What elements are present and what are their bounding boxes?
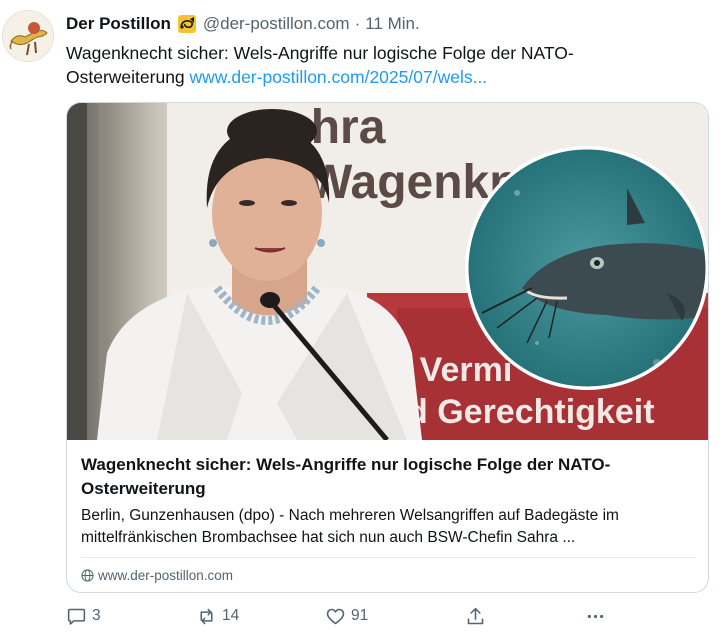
postillon-avatar-icon — [3, 11, 53, 61]
reply-button[interactable]: 3 — [66, 604, 101, 628]
author-handle[interactable]: @der-postillon.com — [203, 14, 350, 34]
card-title[interactable]: Wagenknecht sicher: Wels-Angriffe nur lo… — [81, 453, 691, 501]
more-button[interactable] — [585, 604, 611, 628]
card-description: Berlin, Gunzenhausen (dpo) - Nach mehrer… — [81, 507, 619, 546]
share-button[interactable] — [465, 604, 491, 628]
separator-dot: · — [354, 14, 361, 33]
share-icon — [467, 607, 484, 624]
globe-icon — [81, 568, 94, 582]
reply-icon — [67, 608, 86, 625]
card-body[interactable]: Wagenknecht sicher: Wels-Angriffe nur lo… — [67, 440, 708, 592]
post-link[interactable]: www.der-postillon.com/2025/07/wels... — [190, 67, 488, 87]
repost-count: 14 — [222, 607, 240, 624]
like-icon — [326, 608, 345, 624]
post-text: Wagenknecht sicher: Wels-Angriffe nur lo… — [66, 41, 686, 89]
post-timestamp[interactable]: 11 Min. — [365, 14, 420, 34]
card-source-domain[interactable]: www.der-postillon.com — [98, 568, 233, 583]
like-count: 91 — [351, 607, 369, 624]
repost-button[interactable]: 14 — [196, 604, 239, 628]
card-divider — [81, 557, 696, 558]
action-bar: 3 14 91 — [66, 604, 626, 628]
link-preview-card[interactable]: Sahra Wagenkn r Vermi d Gerechtigkeit Wa… — [66, 102, 709, 593]
repost-icon — [200, 608, 213, 624]
card-source[interactable]: www.der-postillon.com — [81, 565, 233, 585]
author-name[interactable]: Der Postillon — [66, 14, 171, 34]
reply-count: 3 — [92, 607, 101, 624]
card-image[interactable]: Sahra Wagenkn r Vermi d Gerechtigkeit — [67, 103, 708, 440]
post-header: Der Postillon @der-postillon.com · 11 Mi… — [66, 12, 420, 36]
postal-horn-badge-icon — [177, 14, 197, 34]
sign-line-4: d Gerechtigkeit — [407, 393, 655, 431]
avatar[interactable] — [2, 10, 54, 62]
card-image-graphic: Sahra Wagenkn r Vermi d Gerechtigkeit — [67, 103, 708, 440]
more-icon — [587, 614, 604, 618]
like-button[interactable]: 91 — [325, 604, 368, 628]
